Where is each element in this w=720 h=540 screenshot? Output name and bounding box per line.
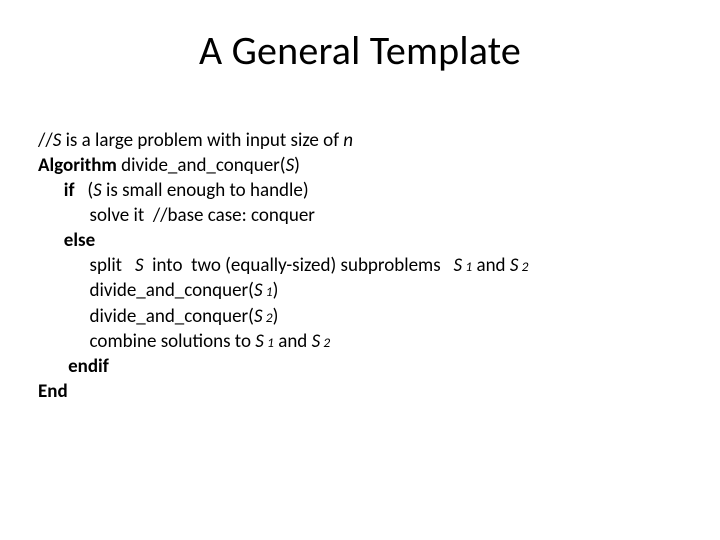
text: and	[274, 330, 312, 353]
text: split	[90, 254, 135, 277]
sub-1: 1	[462, 258, 472, 275]
var-s2: S	[312, 330, 321, 353]
code-line-10: endif	[38, 354, 678, 379]
code-line-2: Algorithm divide_and_conquer(S)	[38, 153, 678, 178]
slide-title: A General Template	[0, 26, 720, 75]
text: combine solutions to	[90, 330, 256, 353]
sub-1: 1	[264, 334, 274, 351]
indent	[38, 229, 64, 252]
var-s: S	[53, 129, 62, 152]
indent	[38, 355, 68, 378]
var-s: S	[254, 279, 263, 302]
text: (	[74, 179, 93, 202]
fn-name: divide_and_conquer(	[121, 154, 285, 177]
var-s: S	[254, 305, 263, 328]
keyword-if: if	[64, 179, 75, 202]
code-line-7: divide_and_conquer(S 1)	[38, 278, 678, 303]
code-line-6: split S into two (equally-sized) subprob…	[38, 253, 678, 278]
sub-2: 2	[263, 309, 273, 326]
indent	[38, 254, 90, 277]
indent	[38, 305, 90, 328]
keyword-end: End	[38, 380, 68, 403]
var-s: S	[93, 179, 102, 202]
slide: A General Template //S is a large proble…	[0, 0, 720, 540]
indent	[38, 330, 90, 353]
text: //	[38, 129, 53, 152]
sub-1: 1	[263, 283, 273, 300]
text: is a large problem with input size of	[61, 129, 343, 152]
keyword-endif: endif	[68, 355, 109, 378]
code-line-11: End	[38, 379, 678, 404]
var-s: S	[286, 154, 295, 177]
var-s1: S	[454, 254, 463, 277]
sub-2: 2	[320, 334, 330, 351]
keyword-algorithm: Algorithm	[38, 154, 121, 177]
text: solve it //base case: conquer	[90, 204, 315, 227]
indent	[38, 179, 64, 202]
var-s: S	[135, 254, 144, 277]
code-line-1: //S is a large problem with input size o…	[38, 128, 678, 153]
text: into two (equally-sized) subproblems	[144, 254, 454, 277]
indent	[38, 279, 90, 302]
fn-name: divide_and_conquer(	[90, 305, 254, 328]
keyword-else: else	[64, 229, 95, 252]
fn-name: divide_and_conquer(	[90, 279, 254, 302]
sub-2: 2	[518, 258, 528, 275]
text: )	[273, 305, 279, 328]
code-line-4: solve it //base case: conquer	[38, 203, 678, 228]
code-line-5: else	[38, 228, 678, 253]
code-line-9: combine solutions to S 1 and S 2	[38, 329, 678, 354]
code-line-8: divide_and_conquer(S 2)	[38, 304, 678, 329]
var-n: n	[343, 129, 353, 152]
text: )	[273, 279, 279, 302]
indent	[38, 204, 90, 227]
slide-body: //S is a large problem with input size o…	[38, 128, 678, 404]
var-s1: S	[255, 330, 264, 353]
text: and	[472, 254, 510, 277]
code-line-3: if (S is small enough to handle)	[38, 178, 678, 203]
text: is small enough to handle)	[102, 179, 309, 202]
text: )	[294, 154, 300, 177]
